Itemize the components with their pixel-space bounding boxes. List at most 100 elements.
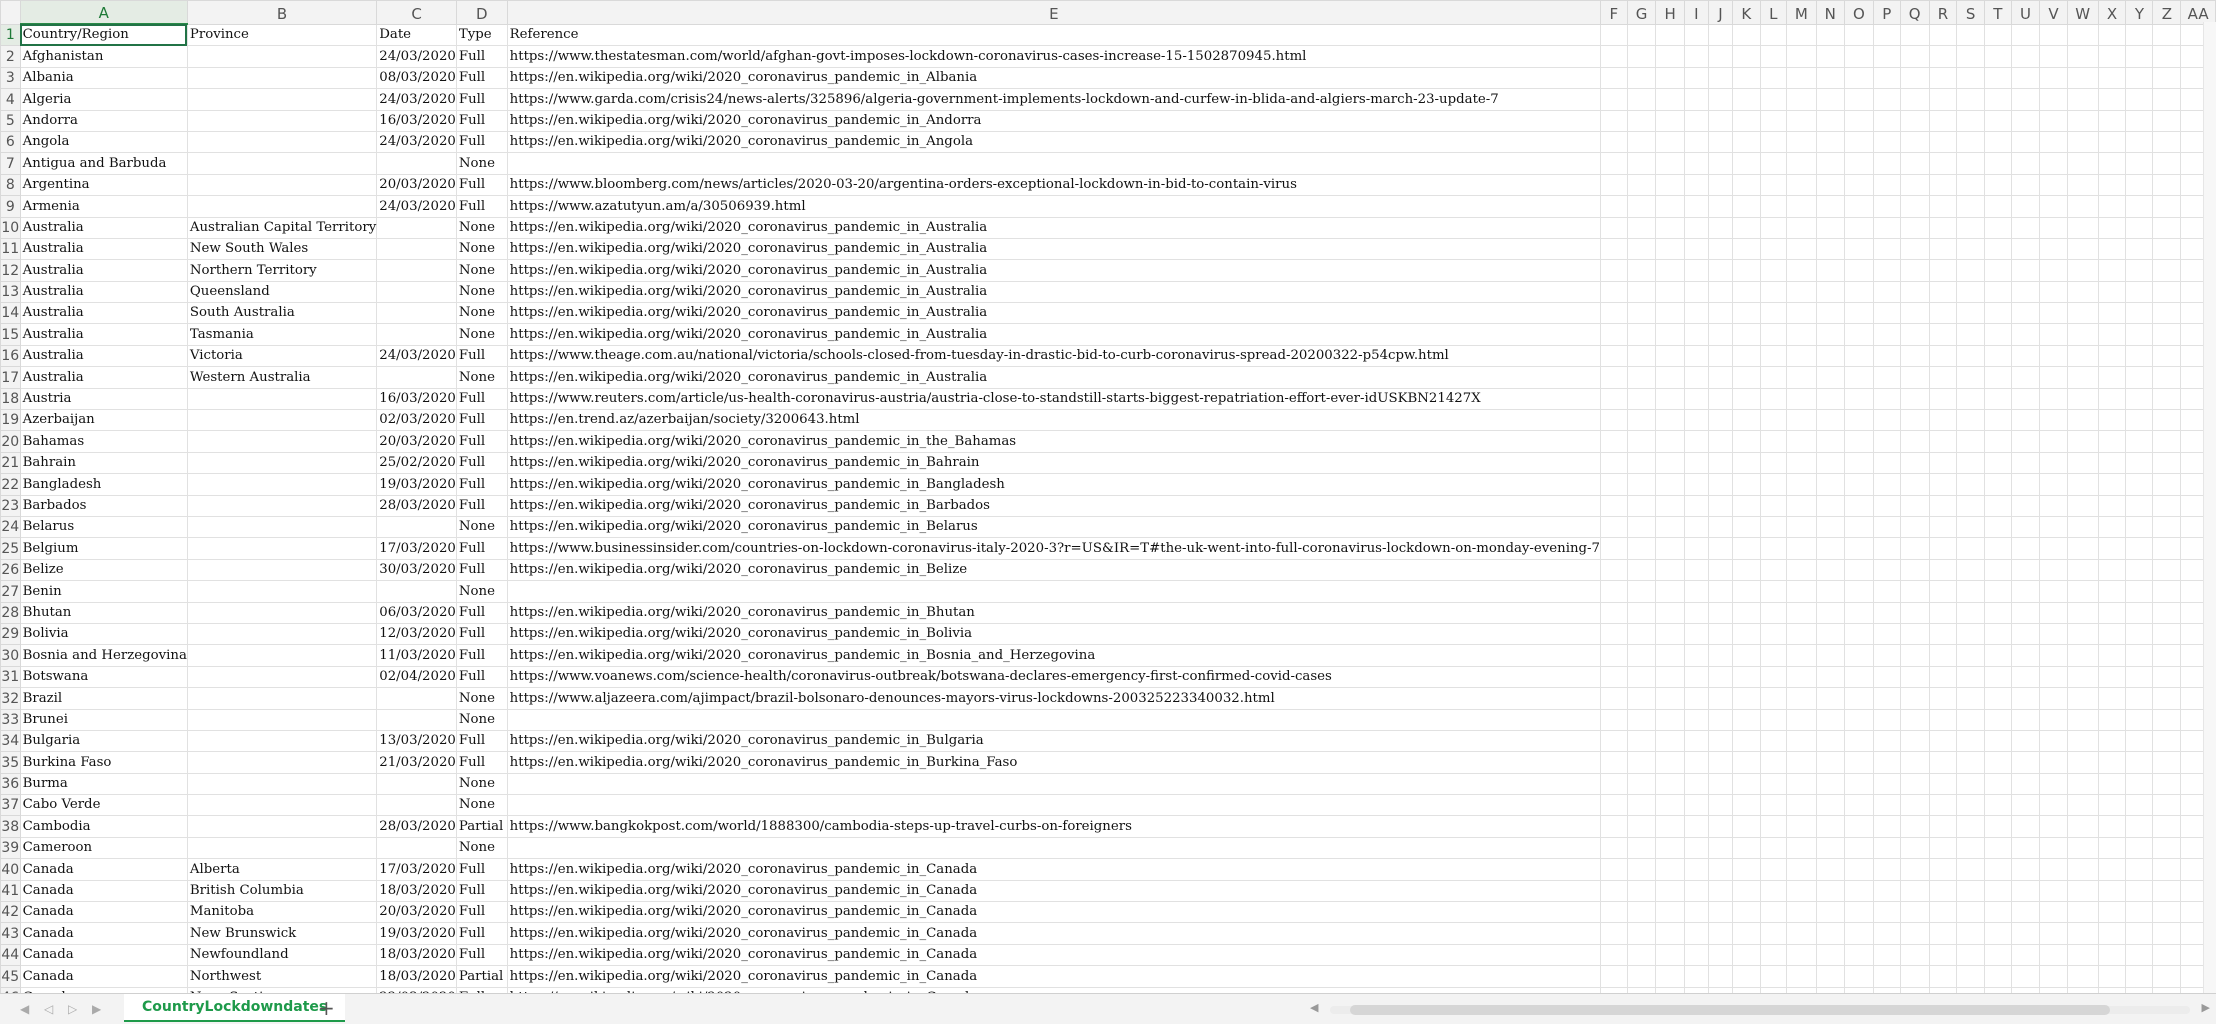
cell[interactable]: [376, 280, 457, 304]
cell[interactable]: [1731, 152, 1761, 175]
cell[interactable]: [1759, 88, 1788, 111]
cell[interactable]: Bosnia and Herzegovina: [19, 644, 188, 667]
cell[interactable]: [1759, 173, 1788, 197]
cell[interactable]: [2097, 323, 2127, 346]
cell[interactable]: [1983, 451, 2012, 475]
cell[interactable]: [1899, 323, 1930, 346]
cell[interactable]: [2125, 23, 2154, 47]
cell[interactable]: [1655, 152, 1685, 175]
cell[interactable]: [2152, 836, 2182, 860]
cell[interactable]: [506, 152, 1601, 175]
cell[interactable]: [1626, 537, 1657, 560]
cell[interactable]: [2039, 494, 2068, 517]
cell[interactable]: [2010, 729, 2041, 753]
row-header[interactable]: 31: [0, 665, 21, 689]
cell[interactable]: [1655, 323, 1685, 346]
cell[interactable]: [2097, 772, 2127, 796]
cell[interactable]: [1707, 280, 1733, 304]
cell[interactable]: [2066, 601, 2099, 624]
cell[interactable]: [1956, 387, 1985, 411]
cell[interactable]: [1683, 622, 1709, 646]
cell[interactable]: [1956, 515, 1985, 539]
cell[interactable]: [1956, 836, 1985, 860]
cell[interactable]: [1683, 751, 1709, 774]
cell[interactable]: [1759, 901, 1788, 924]
cell[interactable]: https://en.wikipedia.org/wiki/2020_coron…: [506, 644, 1601, 667]
cell[interactable]: [1599, 237, 1628, 261]
cell[interactable]: [1759, 794, 1788, 817]
cell[interactable]: [2039, 216, 2068, 239]
cell[interactable]: [2066, 558, 2099, 582]
cell[interactable]: [186, 644, 378, 667]
cell[interactable]: [2010, 387, 2041, 411]
cell[interactable]: 18/03/2020: [376, 879, 457, 903]
cell[interactable]: [1786, 751, 1817, 774]
cell[interactable]: [2010, 815, 2041, 838]
cell[interactable]: [1983, 237, 2012, 261]
cell[interactable]: [2066, 366, 2099, 389]
cell[interactable]: [1815, 88, 1845, 111]
cell[interactable]: [376, 515, 457, 539]
cell[interactable]: British Columbia: [186, 879, 378, 903]
cell[interactable]: [1655, 216, 1685, 239]
cell[interactable]: [1731, 515, 1761, 539]
cell[interactable]: [1956, 751, 1985, 774]
cell[interactable]: [1786, 537, 1817, 560]
cell[interactable]: [1786, 836, 1817, 860]
cell[interactable]: [2066, 815, 2099, 838]
cell[interactable]: [1683, 430, 1709, 453]
cell[interactable]: [2010, 922, 2041, 945]
cell[interactable]: [1599, 430, 1628, 453]
cell[interactable]: 20/03/2020: [376, 173, 457, 197]
cell[interactable]: [1956, 943, 1985, 967]
column-header[interactable]: Q: [1899, 0, 1930, 25]
cell[interactable]: [1655, 751, 1685, 774]
cell[interactable]: [1655, 109, 1685, 132]
cell[interactable]: [2066, 387, 2099, 411]
cell[interactable]: [2097, 879, 2127, 903]
cell[interactable]: [1786, 109, 1817, 132]
cell[interactable]: Tasmania: [186, 323, 378, 346]
cell[interactable]: [1759, 473, 1788, 496]
cell[interactable]: [1872, 708, 1901, 731]
row-header[interactable]: 12: [0, 259, 21, 282]
cell[interactable]: [1786, 858, 1817, 881]
cell[interactable]: [1815, 580, 1845, 603]
cell[interactable]: [1731, 366, 1761, 389]
cell[interactable]: [1655, 66, 1685, 90]
cell[interactable]: [186, 708, 378, 731]
cell[interactable]: Canada: [19, 965, 188, 988]
cell[interactable]: [1599, 280, 1628, 304]
cell[interactable]: [2152, 23, 2182, 47]
cell[interactable]: [2097, 943, 2127, 967]
cell[interactable]: [1683, 879, 1709, 903]
cell[interactable]: [2152, 558, 2182, 582]
cell[interactable]: [2010, 302, 2041, 325]
cell[interactable]: [1899, 665, 1930, 689]
cell[interactable]: [2125, 943, 2154, 967]
cell[interactable]: [1655, 622, 1685, 646]
cell[interactable]: [1707, 451, 1733, 475]
cell[interactable]: https://en.wikipedia.org/wiki/2020_coron…: [506, 986, 1601, 993]
column-header[interactable]: H: [1655, 0, 1685, 25]
cell[interactable]: [1843, 601, 1874, 624]
cell[interactable]: [1983, 130, 2012, 154]
cell[interactable]: [376, 152, 457, 175]
cell[interactable]: [1626, 494, 1657, 517]
cell[interactable]: [1599, 515, 1628, 539]
cell[interactable]: [186, 622, 378, 646]
cell[interactable]: [2125, 622, 2154, 646]
sheet-tab-countrylockdowndates[interactable]: CountryLockdowndates: [124, 994, 346, 1022]
cell[interactable]: [1956, 451, 1985, 475]
cell[interactable]: [1599, 451, 1628, 475]
cell[interactable]: [1626, 473, 1657, 496]
cell[interactable]: [1731, 687, 1761, 710]
cell[interactable]: [1786, 794, 1817, 817]
spreadsheet-grid[interactable]: A B C D E F G H I J K L M N O P Q R S T U V W X Y Z AA 1 Country/Re…: [0, 0, 2216, 993]
cell[interactable]: 19/03/2020: [376, 473, 457, 496]
cell[interactable]: Brunei: [19, 708, 188, 731]
cell[interactable]: [2097, 665, 2127, 689]
cell[interactable]: [1683, 66, 1709, 90]
cell[interactable]: [2066, 216, 2099, 239]
cell[interactable]: [1983, 323, 2012, 346]
